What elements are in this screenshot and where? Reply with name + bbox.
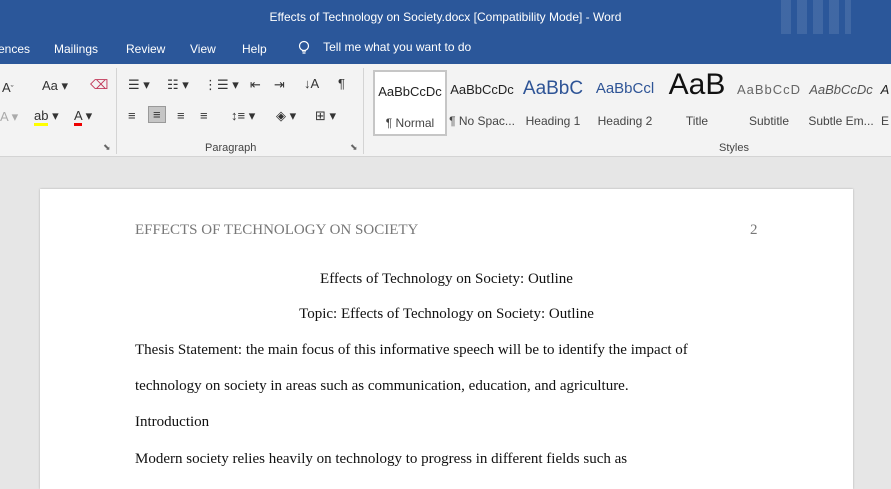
style-label: ¶ Normal xyxy=(385,116,435,130)
title-bar-decoration xyxy=(781,0,851,34)
style-subtitle[interactable]: AaBbCcD Subtitle xyxy=(736,70,802,132)
font-dialog-launcher-icon[interactable]: ⬊ xyxy=(103,142,111,153)
document-page[interactable]: EFFECTS OF TECHNOLOGY ON SOCIETY 2 Effec… xyxy=(40,189,853,489)
style-title[interactable]: AaB Title xyxy=(664,68,730,132)
tell-me-search[interactable]: Tell me what you want to do xyxy=(296,40,471,56)
tab-mailings[interactable]: Mailings xyxy=(54,42,98,56)
justify-icon[interactable]: ≡ xyxy=(200,108,208,123)
group-separator xyxy=(363,68,364,154)
thesis-line-2: technology on society in areas such as c… xyxy=(135,378,629,394)
style-sample: AaB xyxy=(668,68,726,101)
topic-line: Topic: Effects of Technology on Society:… xyxy=(299,306,594,322)
style-label: Subtitle xyxy=(748,114,790,128)
align-center-icon[interactable]: ≡ xyxy=(148,106,166,123)
ribbon-tab-bar: ences Mailings Review View Help Tell me … xyxy=(0,34,891,64)
sort-icon[interactable]: ↓A xyxy=(304,76,319,91)
multilevel-list-icon[interactable]: ⋮☰ ▾ xyxy=(204,77,239,93)
style-sample: AaBbCcDc xyxy=(378,84,442,99)
style-sample: AaBbCcl xyxy=(595,80,655,97)
tab-help[interactable]: Help xyxy=(242,42,267,56)
font-color-icon[interactable]: A ▾ xyxy=(74,108,92,126)
borders-icon[interactable]: ⊞ ▾ xyxy=(315,108,336,124)
style-label: Heading 2 xyxy=(597,114,653,128)
text-effects-icon[interactable]: A ▾ xyxy=(0,109,18,125)
clear-formatting-icon[interactable]: ⌫ xyxy=(90,77,108,93)
align-left-icon[interactable]: ≡ xyxy=(128,108,136,123)
style-sample: AaBbC xyxy=(522,78,584,99)
style-heading-1[interactable]: AaBbC Heading 1 xyxy=(521,70,585,132)
page-number: 2 xyxy=(750,222,758,238)
shading-icon[interactable]: ◈ ▾ xyxy=(276,108,296,124)
introduction-heading: Introduction xyxy=(135,414,210,430)
style-label: E xyxy=(880,114,889,128)
document-title: Effects of Technology on Society: Outlin… xyxy=(320,271,573,287)
style-subtle-emphasis[interactable]: AaBbCcDc Subtle Em... xyxy=(807,70,875,132)
style-label: Title xyxy=(685,114,709,128)
tab-review[interactable]: Review xyxy=(126,42,165,56)
highlight-icon[interactable]: ab ▾ xyxy=(34,108,59,126)
style-label: ¶ No Spac... xyxy=(449,114,515,128)
style-label: Heading 1 xyxy=(525,114,581,128)
ribbon: Aˇ Aa ▾ ⌫ A ▾ ab ▾ A ▾ ⬊ ☰ ▾ ☷ ▾ ⋮☰ ▾ ⇤ … xyxy=(0,64,891,157)
style-sample: AaBbCcDc xyxy=(809,82,873,97)
shrink-font-icon[interactable]: Aˇ xyxy=(2,80,14,95)
tab-references[interactable]: ences xyxy=(0,42,30,56)
align-right-icon[interactable]: ≡ xyxy=(177,108,185,123)
paragraph-group-label: Paragraph xyxy=(205,142,257,154)
change-case-icon[interactable]: Aa ▾ xyxy=(42,78,68,94)
bullets-icon[interactable]: ☰ ▾ xyxy=(128,77,150,93)
body-line-1: Modern society relies heavily on technol… xyxy=(135,451,628,467)
running-head: EFFECTS OF TECHNOLOGY ON SOCIETY xyxy=(135,222,419,238)
document-canvas[interactable]: EFFECTS OF TECHNOLOGY ON SOCIETY 2 Effec… xyxy=(0,157,891,489)
paragraph-dialog-launcher-icon[interactable]: ⬊ xyxy=(350,142,358,153)
style-label: Subtle Em... xyxy=(808,114,874,128)
style-normal[interactable]: AaBbCcDc ¶ Normal xyxy=(373,70,447,136)
style-sample: AaBbCcDc xyxy=(450,82,514,97)
style-sample: A xyxy=(880,82,890,97)
tab-view[interactable]: View xyxy=(190,42,216,56)
thesis-line-1: Thesis Statement: the main focus of this… xyxy=(135,342,688,358)
show-formatting-marks-icon[interactable]: ¶ xyxy=(338,76,345,91)
style-no-spacing[interactable]: AaBbCcDc ¶ No Spac... xyxy=(447,70,517,132)
window-title: Effects of Technology on Society.docx [C… xyxy=(269,10,622,24)
line-spacing-icon[interactable]: ↕≡ ▾ xyxy=(231,108,255,124)
tell-me-text: Tell me what you want to do xyxy=(323,40,472,55)
styles-group-label: Styles xyxy=(719,142,749,154)
style-sample: AaBbCcD xyxy=(736,82,802,97)
numbering-icon[interactable]: ☷ ▾ xyxy=(167,77,189,93)
decrease-indent-icon[interactable]: ⇤ xyxy=(250,77,261,93)
increase-indent-icon[interactable]: ⇥ xyxy=(274,77,285,93)
title-bar: Effects of Technology on Society.docx [C… xyxy=(0,0,891,34)
lightbulb-icon xyxy=(298,40,310,54)
style-heading-2[interactable]: AaBbCcl Heading 2 xyxy=(592,70,658,132)
group-separator xyxy=(116,68,117,154)
style-emphasis[interactable]: A E xyxy=(879,70,891,132)
